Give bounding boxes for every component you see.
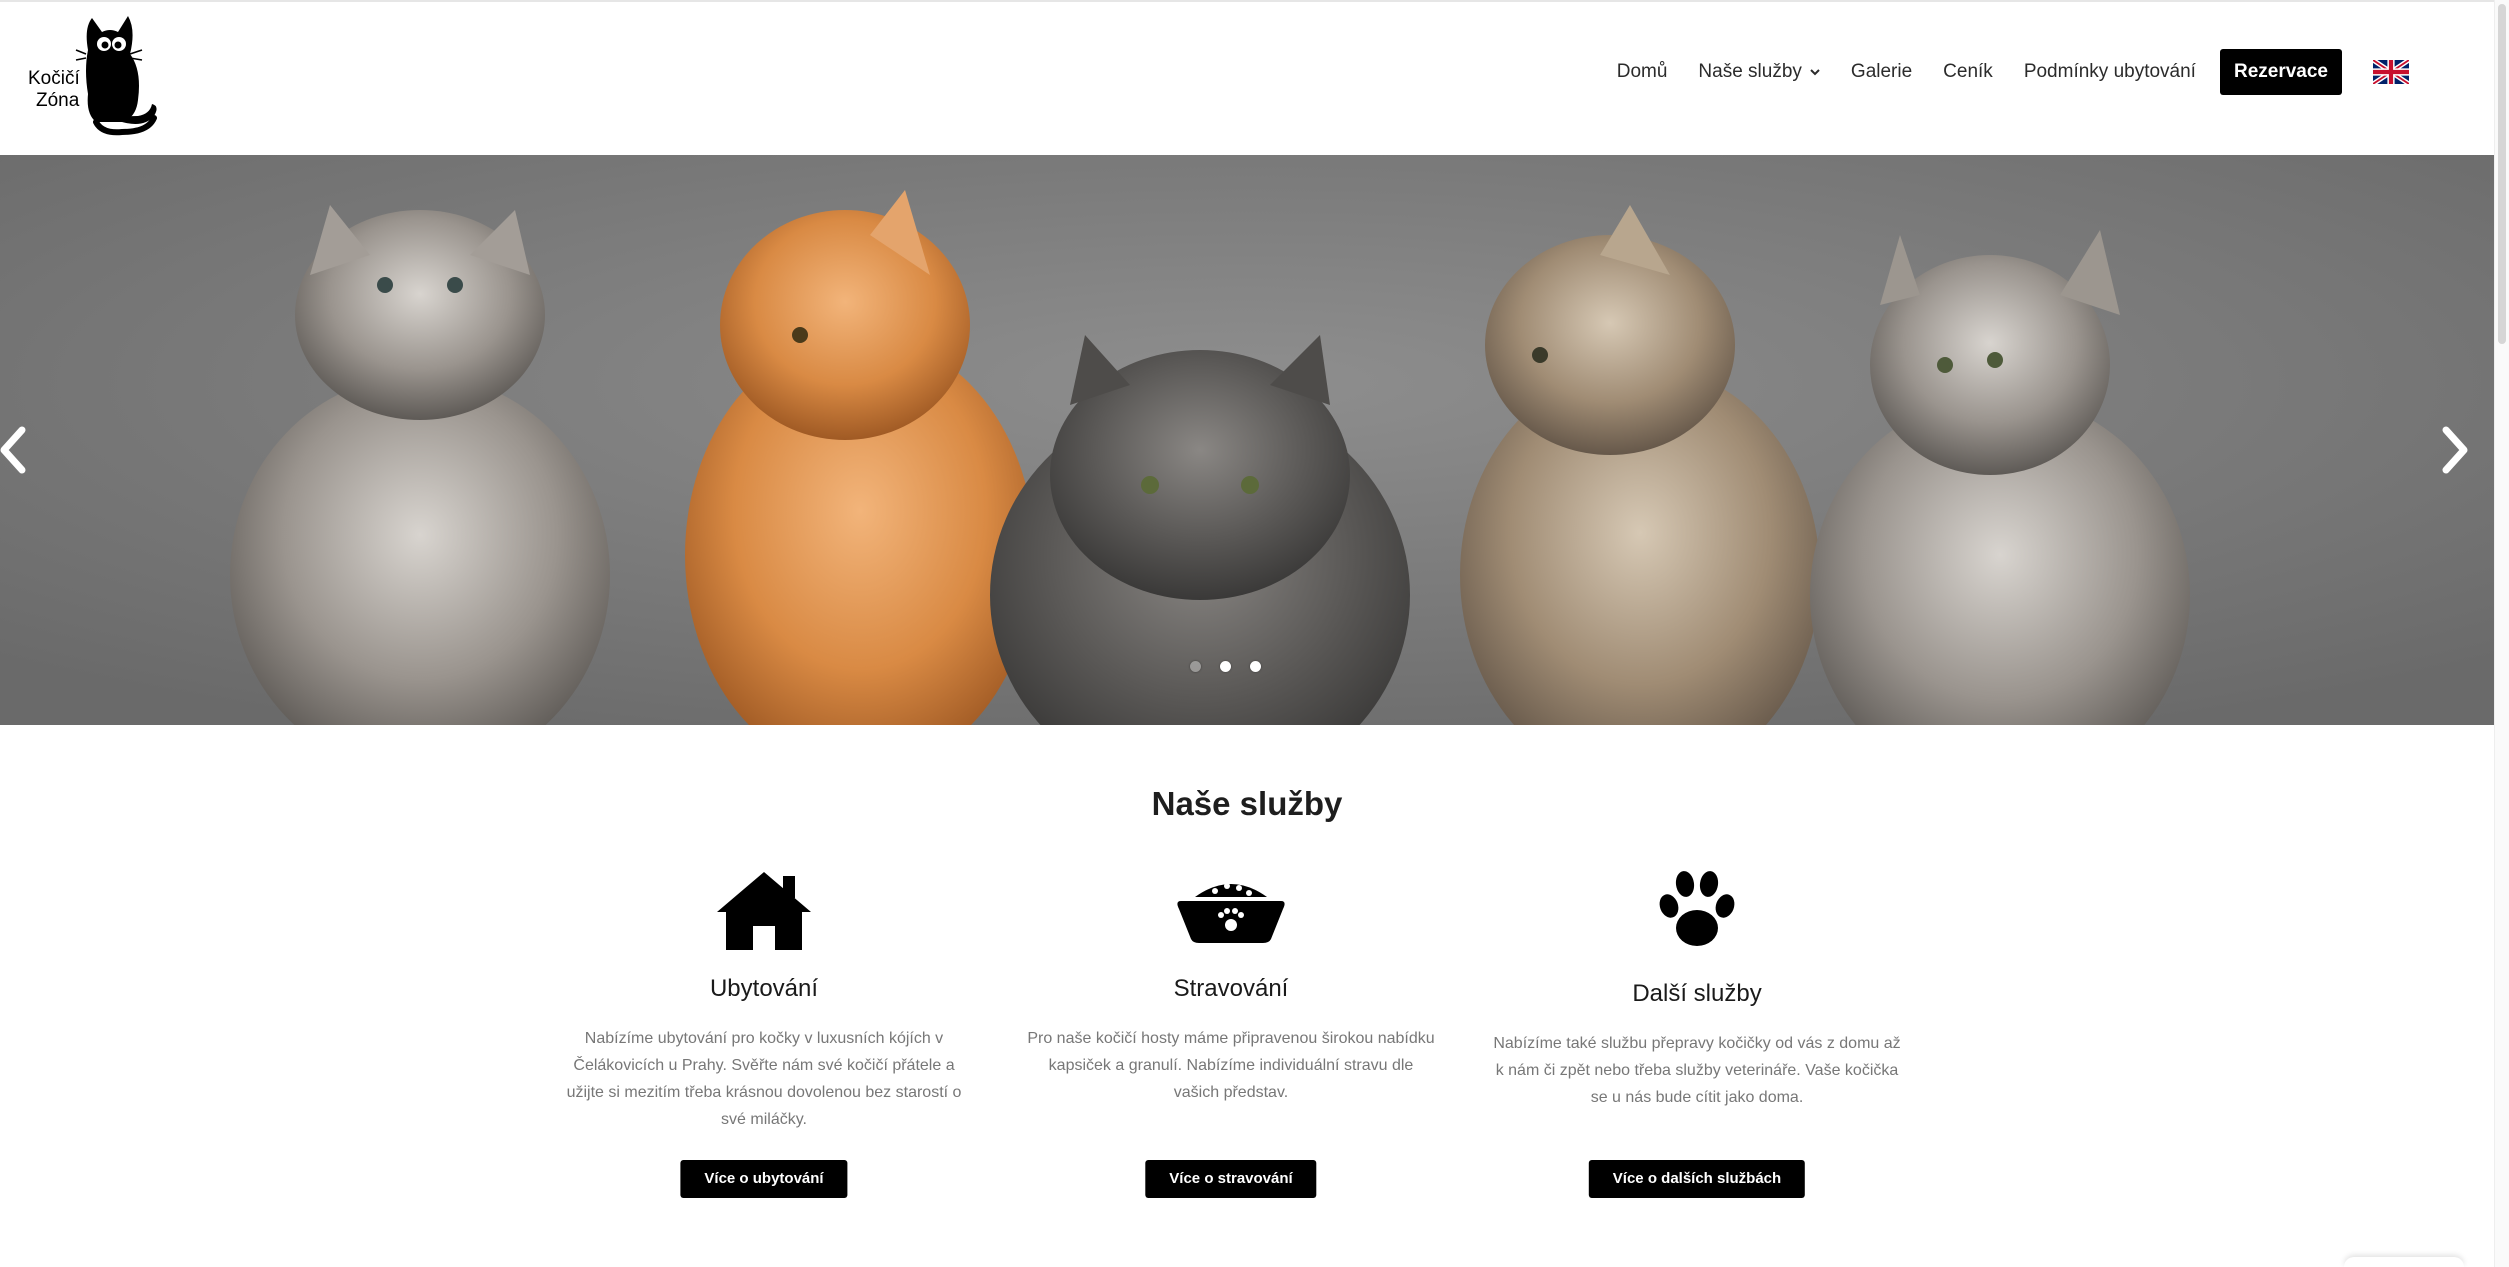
service-icon bbox=[549, 865, 979, 955]
nav-item-podminky-ubytovani[interactable]: Podmínky ubytování bbox=[2024, 61, 2196, 83]
vice-o-stravovani-button[interactable]: Více o stravování bbox=[1145, 1160, 1317, 1198]
service-dalsi-sluzby: Další služby Nabízíme také službu přepra… bbox=[1482, 865, 1912, 1198]
uk-flag-icon[interactable] bbox=[2373, 60, 2409, 84]
hero-slider bbox=[0, 155, 2494, 725]
chevron-left-icon[interactable] bbox=[0, 420, 34, 480]
service-text: Nabízíme ubytování pro kočky v luxusních… bbox=[566, 1030, 962, 1128]
scrollbar-thumb[interactable] bbox=[2498, 4, 2506, 344]
site-logo[interactable]: Kočičí Zóna bbox=[26, 10, 162, 138]
chat-widget-tab[interactable] bbox=[2344, 1257, 2464, 1267]
site-header: Kočičí Zóna Domů Naše služby Galerie Cen… bbox=[0, 0, 2494, 155]
nav-item-galerie[interactable]: Galerie bbox=[1851, 61, 1912, 83]
paw-icon bbox=[1659, 871, 1735, 946]
vice-o-dalsich-sluzbach-button[interactable]: Více o dalších službách bbox=[1588, 1160, 1806, 1198]
service-ubytovani: Ubytování Nabízíme ubytování pro kočky v… bbox=[549, 865, 979, 1198]
hero-kittens-image bbox=[0, 155, 2494, 725]
slider-dot-2[interactable] bbox=[1220, 661, 1231, 672]
nav-item-label: Naše služby bbox=[1698, 61, 1802, 82]
service-icon bbox=[1016, 865, 1446, 955]
slider-dot-3[interactable] bbox=[1250, 661, 1261, 672]
services-title: Naše služby bbox=[1151, 785, 1343, 822]
slider-dot-1[interactable] bbox=[1190, 661, 1201, 672]
nav-item-cenik[interactable]: Ceník bbox=[1943, 61, 1993, 83]
cat-logo-icon: Kočičí Zóna bbox=[28, 16, 157, 136]
logo-text-line1: Kočičí bbox=[28, 68, 80, 89]
main-nav: Domů Naše služby Galerie Ceník Podmínky … bbox=[1586, 49, 2409, 95]
nav-item-domu[interactable]: Domů bbox=[1617, 61, 1668, 83]
food-bowl-icon bbox=[1177, 883, 1285, 943]
service-stravovani: Stravování Pro naše kočičí hosty máme př… bbox=[1016, 865, 1446, 1198]
service-text: Nabízíme také službu přepravy kočičky od… bbox=[1493, 1035, 1901, 1106]
logo-text-line2: Zóna bbox=[36, 90, 80, 111]
slider-dots bbox=[1190, 661, 1280, 672]
service-icon bbox=[1482, 865, 1912, 955]
nav-item-nase-sluzby[interactable]: Naše služby bbox=[1698, 61, 1820, 83]
rezervace-button[interactable]: Rezervace bbox=[2219, 49, 2342, 95]
service-title: Ubytování bbox=[709, 975, 819, 1002]
nav-item-label: Ceník bbox=[1943, 61, 1993, 82]
chevron-right-icon[interactable] bbox=[2434, 420, 2474, 480]
chevron-down-icon bbox=[1810, 69, 1820, 76]
nav-item-label: Podmínky ubytování bbox=[2023, 61, 2196, 82]
service-title: Další služby bbox=[1632, 980, 1762, 1007]
service-title: Stravování bbox=[1173, 975, 1289, 1002]
vice-o-ubytovani-button[interactable]: Více o ubytování bbox=[680, 1160, 848, 1198]
nav-item-label: Galerie bbox=[1850, 61, 1913, 82]
nav-item-label: Domů bbox=[1616, 61, 1668, 82]
page-scrollbar[interactable] bbox=[2494, 0, 2509, 1267]
house-icon bbox=[717, 872, 811, 950]
service-text: Pro naše kočičí hosty máme připravenou š… bbox=[1027, 1030, 1435, 1101]
